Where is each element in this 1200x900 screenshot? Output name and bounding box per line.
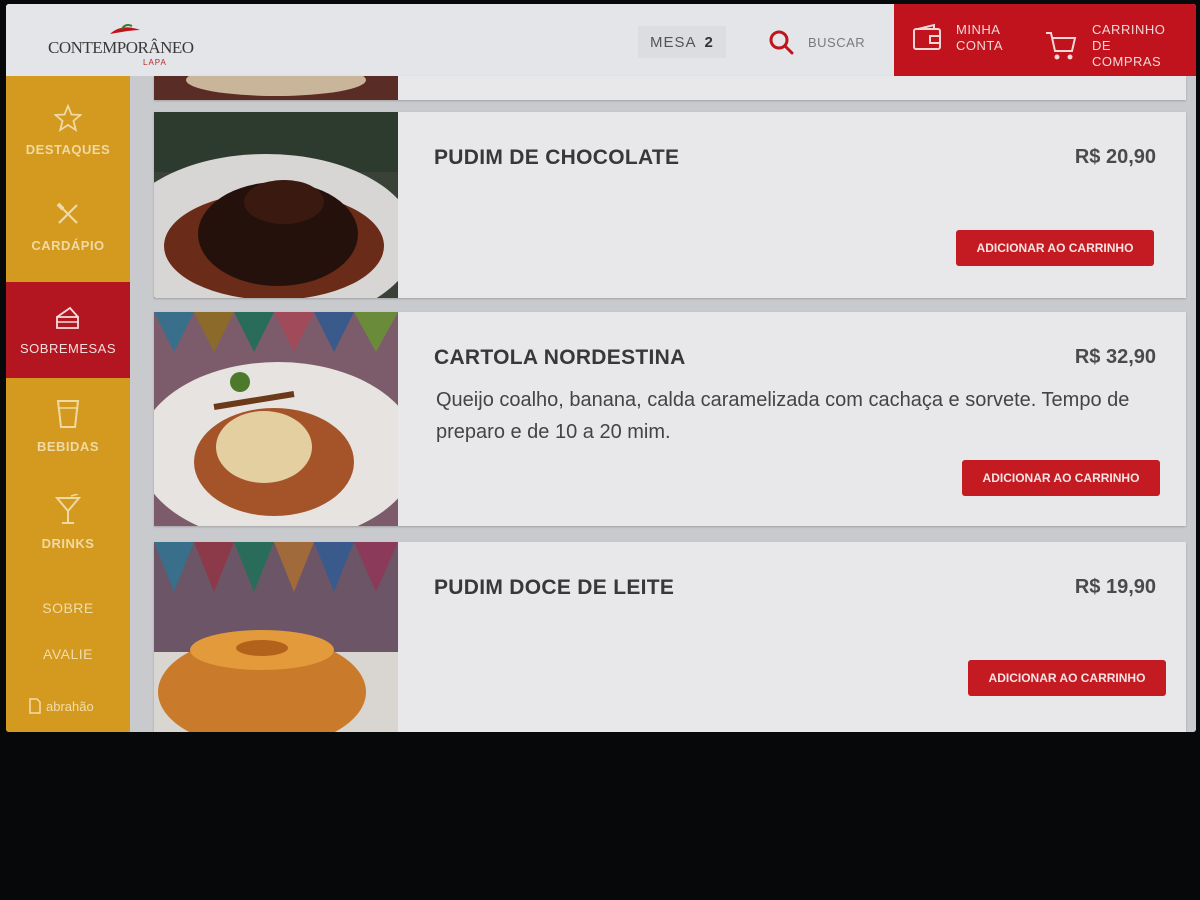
- product-image: [154, 76, 398, 100]
- product-name: PUDIM DOCE DE LEITE: [434, 576, 675, 599]
- product-price: R$ 32,90: [1074, 346, 1156, 368]
- product-card: PUDIM DE CHOCOLATE R$ 20,90 ADICIONAR AO…: [154, 112, 1186, 298]
- sidebar-item-destaques[interactable]: DESTAQUES: [6, 82, 130, 178]
- wallet-icon: [913, 23, 941, 50]
- sidebar-item-label: CARDÁPIO: [31, 237, 105, 253]
- add-to-cart-button[interactable]: ADICIONAR AO CARRINHO: [962, 460, 1160, 496]
- logo-subtitle: LAPA: [143, 58, 167, 67]
- sidebar-item-drinks[interactable]: DRINKS: [6, 474, 130, 570]
- my-account-label: MINHA CONTA: [956, 22, 1004, 53]
- account-cart-area: MINHA CONTA CARRINHO DE COMPRAS: [894, 4, 1196, 76]
- cartola-dessert-photo: [154, 312, 398, 526]
- product-image[interactable]: [154, 112, 398, 298]
- sidebar-item-label: BEBIDAS: [36, 438, 99, 454]
- sidebar-link-avalie[interactable]: AVALIE: [6, 646, 130, 662]
- sidebar-item-label: SOBREMESAS: [19, 340, 117, 356]
- star-icon: [54, 103, 82, 132]
- cake-slice-icon: [56, 306, 79, 329]
- table-number: 2: [704, 33, 714, 51]
- product-card: PUDIM DOCE DE LEITE R$ 19,90 ADICIONAR A…: [154, 542, 1186, 732]
- chocolate-pudding-photo: [154, 112, 398, 298]
- category-sidebar: DESTAQUES CARDÁPIO SOBREMESAS BEBIDAS DR…: [6, 76, 130, 732]
- product-name: CARTOLA NORDESTINA: [434, 346, 686, 369]
- shopping-cart-label: CARRINHO DE COMPRAS: [1092, 22, 1166, 69]
- cocktail-icon: [54, 493, 82, 524]
- sidebar-item-cardapio[interactable]: CARDÁPIO: [6, 178, 130, 274]
- app-screen: CONTEMPORÂNEO LAPA MESA 2 BUSCAR MINHA C…: [6, 4, 1196, 732]
- sidebar-item-label: DRINKS: [41, 535, 95, 551]
- product-name: PUDIM DE CHOCOLATE: [434, 146, 680, 169]
- fork-knife-icon: [56, 202, 78, 224]
- brand-name: abrahão: [46, 698, 94, 714]
- product-image[interactable]: [154, 312, 398, 526]
- sidebar-item-bebidas[interactable]: BEBIDAS: [6, 378, 130, 474]
- product-list: PUDIM DE CHOCOLATE R$ 20,90 ADICIONAR AO…: [130, 76, 1196, 732]
- add-to-cart-button[interactable]: ADICIONAR AO CARRINHO: [956, 230, 1154, 266]
- document-icon: [29, 698, 41, 714]
- cart-icon: [1046, 32, 1077, 60]
- search-icon: [769, 30, 794, 55]
- doce-de-leite-pudding-photo: [154, 542, 398, 732]
- product-image[interactable]: [154, 542, 398, 732]
- glass-icon: [56, 399, 80, 428]
- pepper-icon: [110, 24, 140, 34]
- table-indicator: MESA 2: [638, 26, 726, 58]
- add-to-cart-button[interactable]: ADICIONAR AO CARRINHO: [968, 660, 1166, 696]
- list-item: [154, 76, 1186, 100]
- top-bar: CONTEMPORÂNEO LAPA MESA 2 BUSCAR MINHA C…: [6, 4, 1196, 76]
- sidebar-link-sobre[interactable]: SOBRE: [6, 600, 130, 616]
- table-label: MESA: [650, 33, 697, 51]
- search-button[interactable]: BUSCAR: [768, 22, 865, 62]
- product-card: CARTOLA NORDESTINA R$ 32,90 Queijo coalh…: [154, 312, 1186, 526]
- sidebar-item-label: DESTAQUES: [25, 141, 111, 157]
- product-price: R$ 19,90: [1074, 576, 1156, 598]
- my-account-button[interactable]: MINHA CONTA: [912, 22, 1048, 54]
- search-label: BUSCAR: [808, 34, 866, 50]
- shopping-cart-button[interactable]: CARRINHO DE COMPRAS: [1044, 22, 1184, 70]
- product-description: Queijo coalho, banana, calda caramelizad…: [436, 389, 1130, 443]
- logo-text: CONTEMPORÂNEO: [48, 38, 194, 57]
- sidebar-item-sobremesas[interactable]: SOBREMESAS: [6, 282, 130, 378]
- restaurant-logo[interactable]: CONTEMPORÂNEO LAPA: [46, 20, 196, 68]
- product-price: R$ 20,90: [1074, 146, 1156, 168]
- provider-brand: abrahão: [28, 698, 94, 714]
